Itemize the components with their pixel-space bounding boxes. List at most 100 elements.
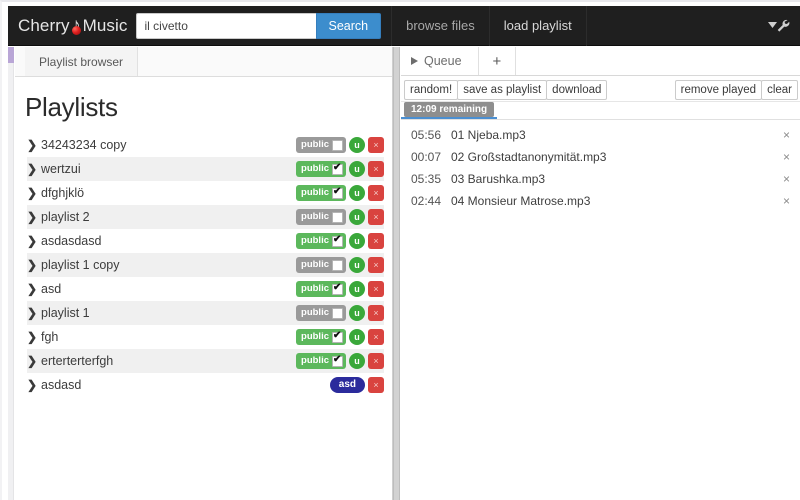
public-checkbox[interactable] — [332, 282, 343, 295]
public-checkbox[interactable] — [332, 186, 343, 199]
page-title: Playlists — [25, 92, 118, 122]
user-badge[interactable]: u — [349, 281, 365, 297]
user-badge[interactable]: u — [349, 209, 365, 225]
public-checkbox[interactable] — [332, 354, 343, 367]
left-panel-scrollbar[interactable] — [8, 47, 14, 500]
public-toggle-badge[interactable]: public — [296, 161, 346, 177]
delete-playlist-button[interactable]: × — [368, 281, 384, 297]
queue-tabbar: Queue + — [401, 47, 800, 76]
chevron-right-icon[interactable]: ❯ — [27, 211, 41, 223]
public-checkbox[interactable] — [332, 330, 343, 343]
queue-track-row[interactable]: 05:56 01 Njeba.mp3 × — [401, 124, 800, 146]
playlist-badges: public u× — [296, 209, 384, 225]
remove-track-button[interactable]: × — [777, 150, 790, 164]
public-toggle-badge[interactable]: public — [296, 209, 346, 225]
public-toggle-badge[interactable]: public — [296, 329, 346, 345]
playlist-row[interactable]: ❯erterterterfgh public u× — [27, 349, 384, 373]
queue-track-row[interactable]: 00:07 02 Großstadtanonymität.mp3 × — [401, 146, 800, 168]
user-badge[interactable]: u — [349, 233, 365, 249]
user-badge[interactable]: u — [349, 305, 365, 321]
public-toggle-badge[interactable]: public — [296, 185, 346, 201]
public-checkbox[interactable] — [332, 139, 343, 151]
tab-playlist-browser[interactable]: Playlist browser — [25, 47, 139, 76]
playlist-row[interactable]: ❯ playlist 2 public u × — [27, 205, 384, 229]
chevron-right-icon[interactable]: ❯ — [27, 187, 41, 199]
user-badge[interactable]: u — [349, 137, 365, 153]
public-checkbox[interactable] — [332, 259, 343, 271]
user-badge[interactable]: u — [349, 329, 365, 345]
user-badge[interactable]: u — [349, 353, 365, 369]
public-toggle-badge[interactable]: public — [296, 257, 346, 273]
playlist-row[interactable]: ❯wertzui public u× — [27, 157, 384, 181]
playlist-row[interactable]: ❯asd public u× — [27, 277, 384, 301]
public-checkbox[interactable] — [332, 162, 343, 175]
delete-playlist-button[interactable]: × — [368, 161, 384, 177]
playlist-row[interactable]: ❯ playlist 1 copy public u × — [27, 253, 384, 277]
right-panel: Queue + random! save as playlist downloa… — [401, 47, 800, 500]
cherrymusic-app: Cherry♪Music Search browse files load pl… — [0, 0, 800, 500]
user-badge[interactable]: u — [349, 257, 365, 273]
public-toggle-badge[interactable]: public — [296, 305, 346, 321]
chevron-right-icon[interactable]: ❯ — [27, 355, 41, 367]
public-toggle-badge[interactable]: public — [296, 281, 346, 297]
save-as-playlist-button[interactable]: save as playlist — [457, 79, 548, 100]
progress-bar — [401, 117, 497, 119]
queue-track-row[interactable]: 05:35 03 Barushka.mp3 × — [401, 168, 800, 190]
playlist-row[interactable]: ❯ 34243234 copy public u × — [27, 133, 384, 157]
delete-playlist-button[interactable]: × — [368, 353, 384, 369]
playlist-row[interactable]: ❯dfghjklö public u× — [27, 181, 384, 205]
playlist-row[interactable]: ❯asdasdasd public u× — [27, 229, 384, 253]
remove-played-button[interactable]: remove played — [674, 79, 763, 100]
app-logo[interactable]: Cherry♪Music — [8, 15, 134, 37]
chevron-right-icon[interactable]: ❯ — [27, 139, 41, 151]
delete-playlist-button[interactable]: × — [368, 209, 384, 225]
user-badge[interactable]: u — [349, 161, 365, 177]
search-button[interactable]: Search — [315, 12, 382, 39]
chevron-right-icon[interactable]: ❯ — [27, 283, 41, 295]
remove-track-button[interactable]: × — [777, 194, 790, 208]
delete-playlist-button[interactable]: × — [368, 185, 384, 201]
chevron-right-icon[interactable]: ❯ — [27, 331, 41, 343]
public-toggle-badge[interactable]: public — [296, 353, 346, 369]
public-checkbox[interactable] — [332, 307, 343, 319]
public-label: public — [301, 139, 329, 150]
delete-playlist-button[interactable]: × — [368, 137, 384, 153]
chevron-right-icon[interactable]: ❯ — [27, 235, 41, 247]
public-checkbox[interactable] — [332, 234, 343, 247]
delete-playlist-button[interactable]: × — [368, 233, 384, 249]
delete-playlist-button[interactable]: × — [368, 257, 384, 273]
tab-add-playlist[interactable]: + — [479, 47, 517, 75]
playlist-row[interactable]: ❯ playlist 1 public u × — [27, 301, 384, 325]
play-icon — [411, 57, 418, 65]
search-input[interactable] — [135, 12, 316, 39]
playlist-row[interactable]: ❯fgh public u× — [27, 325, 384, 349]
random-button[interactable]: random! — [404, 79, 459, 100]
chevron-right-icon[interactable]: ❯ — [27, 307, 41, 319]
left-panel-scrollbar-thumb[interactable] — [8, 47, 14, 63]
wrench-icon[interactable] — [758, 6, 800, 46]
queue-track-row[interactable]: 02:44 04 Monsieur Matrose.mp3 × — [401, 190, 800, 212]
tab-queue[interactable]: Queue — [401, 47, 479, 75]
panel-splitter[interactable] — [393, 47, 400, 500]
remove-track-button[interactable]: × — [777, 128, 790, 142]
nav-browse-files[interactable]: browse files — [391, 5, 490, 46]
nav-load-playlist[interactable]: load playlist — [488, 5, 587, 46]
chevron-right-icon[interactable]: ❯ — [27, 379, 41, 391]
delete-playlist-button[interactable]: × — [368, 377, 384, 393]
playlist-name: playlist 1 — [41, 306, 90, 320]
left-panel: Playlist browser Playlists ❯ 34243234 cop… — [8, 47, 393, 500]
delete-playlist-button[interactable]: × — [368, 329, 384, 345]
public-toggle-badge[interactable]: public — [296, 233, 346, 249]
chevron-right-icon[interactable]: ❯ — [27, 163, 41, 175]
remove-track-button[interactable]: × — [777, 172, 790, 186]
clear-button[interactable]: clear — [761, 79, 798, 100]
chevron-right-icon[interactable]: ❯ — [27, 259, 41, 271]
download-button[interactable]: download — [546, 79, 608, 100]
user-badge[interactable]: u — [349, 185, 365, 201]
playlist-row[interactable]: ❯ asdasd asd × — [27, 373, 384, 397]
playlist-browser-body: Playlists ❯ 34243234 copy public u × ❯ wertzui… — [15, 78, 392, 500]
track-title: 04 Monsieur Matrose.mp3 — [451, 194, 591, 208]
public-checkbox[interactable] — [332, 211, 343, 223]
delete-playlist-button[interactable]: × — [368, 305, 384, 321]
public-toggle-badge[interactable]: public — [296, 137, 346, 153]
